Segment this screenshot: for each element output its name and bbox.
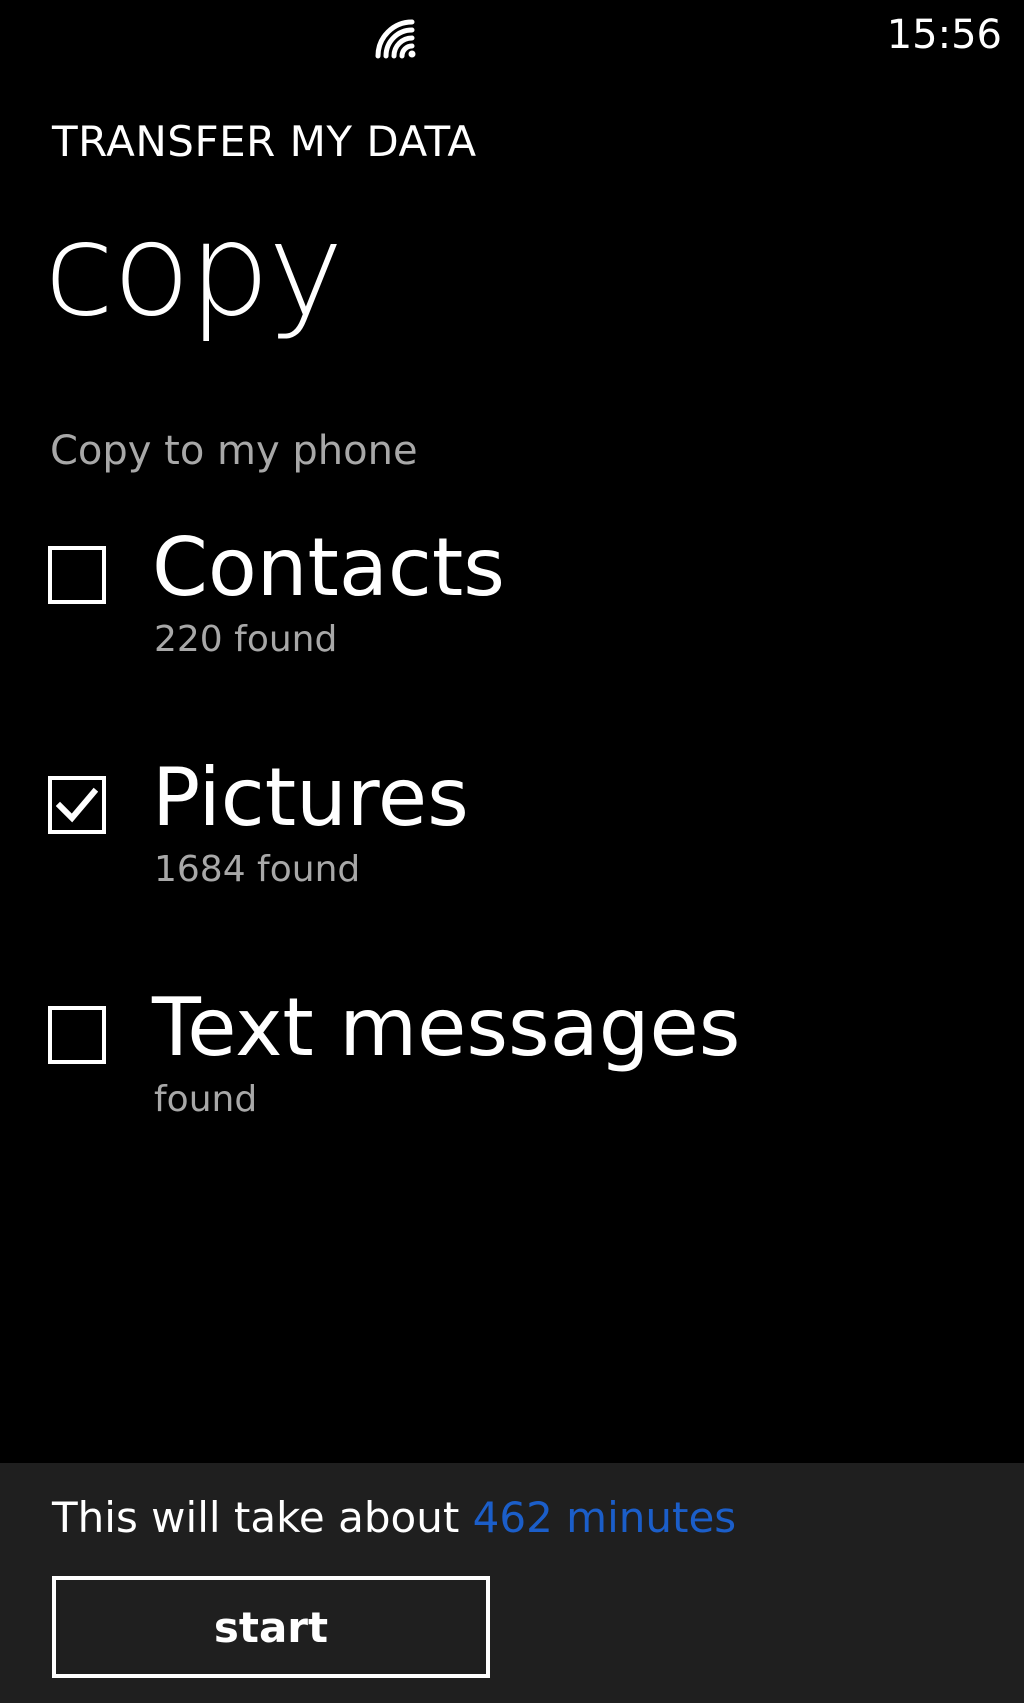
checkmark-icon bbox=[56, 787, 98, 823]
status-bar: 15:56 bbox=[0, 0, 1024, 80]
contacts-checkbox[interactable] bbox=[48, 546, 106, 604]
start-button[interactable]: start bbox=[52, 1576, 490, 1678]
wifi-icon bbox=[372, 18, 420, 60]
option-count: found bbox=[154, 1079, 258, 1120]
option-count: 1684 found bbox=[154, 849, 361, 890]
option-label: Text messages bbox=[152, 981, 741, 1074]
section-label: Copy to my phone bbox=[50, 428, 418, 474]
page-title: copy bbox=[44, 196, 344, 345]
option-label: Contacts bbox=[152, 521, 505, 614]
option-pictures[interactable]: Pictures 1684 found bbox=[48, 751, 948, 910]
app-title: TRANSFER MY DATA bbox=[52, 117, 477, 166]
option-contacts[interactable]: Contacts 220 found bbox=[48, 521, 948, 680]
bottom-panel: This will take about 462 minutes start bbox=[0, 1463, 1024, 1703]
option-text-messages[interactable]: Text messages found bbox=[48, 981, 948, 1140]
time-estimate: This will take about 462 minutes bbox=[52, 1485, 736, 1551]
estimate-prefix: This will take about bbox=[52, 1493, 473, 1542]
clock: 15:56 bbox=[886, 12, 1002, 58]
pictures-checkbox[interactable] bbox=[48, 776, 106, 834]
option-count: 220 found bbox=[154, 619, 338, 660]
option-label: Pictures bbox=[152, 751, 469, 844]
text-messages-checkbox[interactable] bbox=[48, 1006, 106, 1064]
estimate-value: 462 minutes bbox=[472, 1493, 737, 1542]
